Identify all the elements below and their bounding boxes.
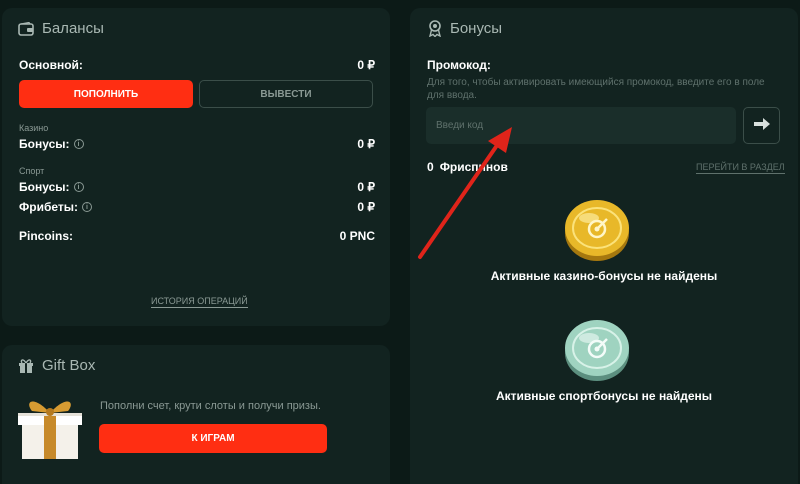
balances-header: Балансы (18, 20, 104, 37)
wallet-icon (18, 21, 34, 36)
apply-promo-button[interactable] (743, 107, 780, 144)
sport-bonus-row: Бонусы: i 0 ₽ (19, 180, 375, 194)
main-balance-row: Основной: 0 ₽ (19, 58, 375, 72)
casino-empty-message: Активные казино-бонусы не найдены (490, 269, 718, 283)
casino-section-label: Казино (19, 123, 49, 133)
freebets-value: 0 ₽ (357, 200, 375, 214)
giftbox-title: Gift Box (42, 357, 96, 374)
freebets-label: Фрибеты: (19, 200, 78, 214)
casino-bonus-label: Бонусы: (19, 137, 70, 151)
arrow-right-icon (753, 117, 770, 135)
freebets-row: Фрибеты: i 0 ₽ (19, 200, 375, 214)
balances-panel: Балансы Основной: 0 ₽ ПОПОЛНИТЬ ВЫВЕСТИ … (2, 8, 390, 326)
gift-icon (18, 358, 34, 373)
play-games-button[interactable]: К ИГРАМ (99, 424, 327, 453)
casino-bonus-value: 0 ₽ (357, 137, 375, 151)
go-section-link[interactable]: ПЕРЕЙТИ В РАЗДЕЛ (696, 162, 785, 174)
sport-bonus-value: 0 ₽ (357, 180, 375, 194)
main-balance-label: Основной: (19, 58, 83, 72)
withdraw-button[interactable]: ВЫВЕСТИ (199, 80, 373, 108)
gift-box-image (16, 391, 84, 466)
promo-label: Промокод: (427, 58, 491, 72)
annotation-arrow (414, 125, 524, 270)
sport-coin-icon (561, 318, 633, 389)
info-icon[interactable]: i (73, 182, 84, 192)
casino-bonus-row: Бонусы: i 0 ₽ (19, 137, 375, 151)
deposit-button[interactable]: ПОПОЛНИТЬ (19, 80, 193, 108)
bonuses-header: Бонусы (428, 20, 502, 37)
pincoins-value: 0 PNC (339, 229, 375, 243)
main-balance-value: 0 ₽ (357, 58, 375, 72)
casino-coin-icon (561, 198, 633, 269)
sport-bonus-label: Бонусы: (19, 180, 70, 194)
award-icon (428, 20, 442, 37)
info-icon[interactable]: i (73, 139, 84, 149)
balances-title: Балансы (42, 20, 104, 37)
bonuses-title: Бонусы (450, 20, 503, 37)
pincoins-row: Pincoins: 0 PNC (19, 229, 375, 243)
info-icon[interactable]: i (82, 202, 92, 212)
giftbox-panel: Gift Box Пополни счет, крути слоты и пол… (2, 345, 390, 484)
promo-hint: Для того, чтобы активировать имеющийся п… (427, 77, 765, 101)
giftbox-header: Gift Box (18, 357, 95, 374)
giftbox-description: Пополни счет, крути слоты и получи призы… (100, 400, 321, 412)
sport-empty-message: Активные спортбонусы не найдены (495, 389, 713, 403)
pincoins-label: Pincoins: (19, 229, 74, 243)
history-link[interactable]: ИСТОРИЯ ОПЕРАЦИЙ (151, 296, 248, 308)
sport-section-label: Спорт (19, 166, 45, 176)
